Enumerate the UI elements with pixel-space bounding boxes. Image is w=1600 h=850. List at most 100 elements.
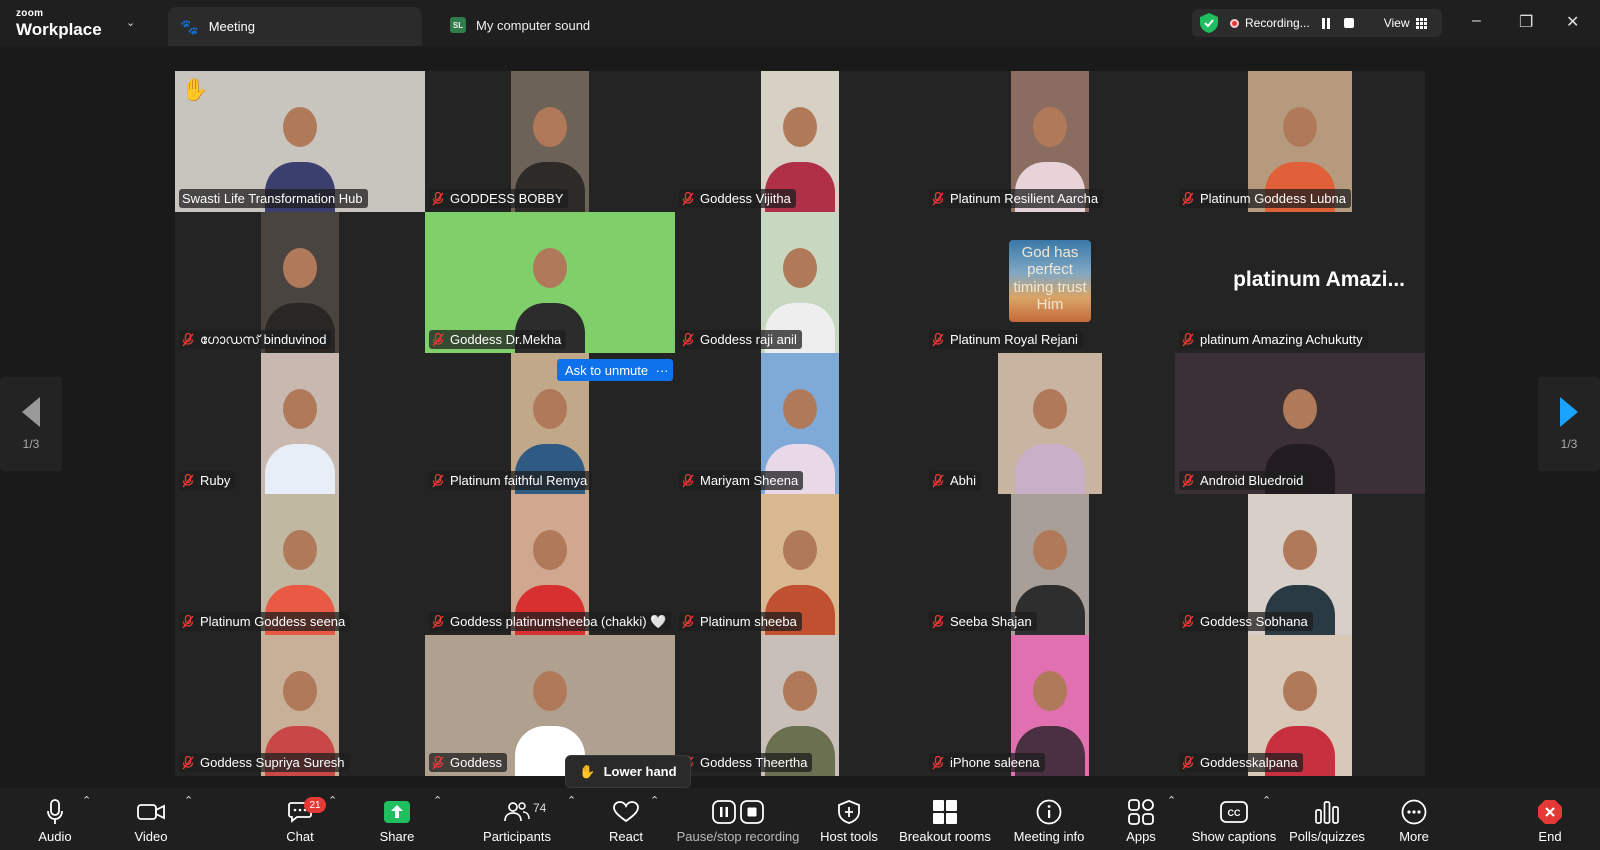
participant-tile[interactable]: Seeba Shajan bbox=[925, 494, 1175, 635]
mic-muted-icon bbox=[932, 614, 944, 628]
participant-tile[interactable]: Goddess Sobhana bbox=[1175, 494, 1425, 635]
mic-muted-icon bbox=[932, 473, 944, 487]
participant-name: Goddesskalpana bbox=[1200, 755, 1298, 770]
participant-tile[interactable]: Abhi bbox=[925, 353, 1175, 494]
mic-muted-icon bbox=[932, 191, 944, 205]
participant-tile[interactable]: Goddess raji anil bbox=[675, 212, 925, 353]
participant-nameplate: Goddess raji anil bbox=[679, 330, 802, 349]
participant-tile[interactable]: Goddess platinumsheeba (chakki) 🤍 bbox=[425, 494, 675, 635]
participant-tile[interactable]: Platinum Goddess Lubna bbox=[1175, 71, 1425, 212]
participant-name: Mariyam Sheena bbox=[700, 473, 799, 488]
captions-options-chevron-icon[interactable]: ⌃ bbox=[1262, 794, 1271, 807]
share-button[interactable]: Share bbox=[372, 788, 422, 850]
tab-computer-sound[interactable]: SL My computer sound bbox=[450, 12, 590, 38]
chat-options-chevron-icon[interactable]: ⌃ bbox=[328, 794, 337, 807]
participant-face bbox=[1283, 530, 1317, 571]
tab-meeting[interactable]: 🐾 Meeting bbox=[168, 7, 422, 46]
participant-name: Ruby bbox=[200, 473, 231, 488]
participants-count: 74 bbox=[533, 801, 547, 815]
participant-face bbox=[533, 389, 567, 430]
mic-muted-icon bbox=[432, 473, 444, 487]
participant-tile[interactable]: Platinum Goddess seena bbox=[175, 494, 425, 635]
participant-tile[interactable]: Ruby bbox=[175, 353, 425, 494]
participants-label: Participants bbox=[483, 829, 551, 844]
participant-face bbox=[783, 530, 817, 571]
chevron-down-icon[interactable]: ⌄ bbox=[126, 16, 135, 29]
chat-label: Chat bbox=[286, 829, 314, 844]
audio-options-chevron-icon[interactable]: ⌃ bbox=[82, 794, 91, 807]
participant-tile[interactable]: Goddesskalpana bbox=[1175, 635, 1425, 776]
participant-tile[interactable]: God has perfect timing trust Him Platinum… bbox=[925, 212, 1175, 353]
apps-label: Apps bbox=[1126, 829, 1156, 844]
ask-to-unmute-button[interactable]: Ask to unmute bbox=[557, 359, 657, 381]
participant-tile[interactable]: ഗോഡസ് binduvinod bbox=[175, 212, 425, 353]
participant-tile[interactable]: Android Bluedroid bbox=[1175, 353, 1425, 494]
participant-face bbox=[283, 530, 317, 571]
lower-hand-label: Lower hand bbox=[603, 764, 677, 779]
participant-tile[interactable]: Platinum sheeba bbox=[675, 494, 925, 635]
next-page-button[interactable]: 1/3 bbox=[1538, 377, 1600, 471]
participant-nameplate: GODDESS BOBBY bbox=[429, 189, 569, 208]
participant-nameplate: iPhone saleena bbox=[929, 753, 1045, 772]
react-options-chevron-icon[interactable]: ⌃ bbox=[650, 794, 659, 807]
participant-name: Goddess Supriya Suresh bbox=[200, 755, 345, 770]
participant-face bbox=[283, 389, 317, 430]
participant-name: GODDESS BOBBY bbox=[450, 191, 564, 206]
participant-video bbox=[998, 353, 1102, 494]
polls-quizzes-button[interactable]: Polls/quizzes bbox=[1289, 788, 1365, 850]
close-icon[interactable]: ✕ bbox=[1566, 12, 1579, 32]
participant-tile[interactable]: GODDESS BOBBY bbox=[425, 71, 675, 212]
participant-face bbox=[283, 248, 317, 289]
apps-options-chevron-icon[interactable]: ⌃ bbox=[1167, 794, 1176, 807]
video-options-chevron-icon[interactable]: ⌃ bbox=[184, 794, 193, 807]
apps-button[interactable]: Apps bbox=[1124, 788, 1158, 850]
audio-button[interactable]: Audio bbox=[30, 788, 80, 850]
participant-tile[interactable]: iPhone saleena bbox=[925, 635, 1175, 776]
end-meeting-button[interactable]: End bbox=[1530, 788, 1570, 850]
pause-icon[interactable] bbox=[1321, 17, 1332, 29]
restore-icon[interactable]: ❐ bbox=[1519, 12, 1533, 32]
participant-nameplate: Goddess platinumsheeba (chakki) 🤍 bbox=[429, 612, 672, 631]
participant-face bbox=[283, 107, 317, 148]
participant-tile[interactable]: Goddess Theertha bbox=[675, 635, 925, 776]
participants-options-chevron-icon[interactable]: ⌃ bbox=[567, 794, 576, 807]
participant-nameplate: Platinum Resilient Aarcha bbox=[929, 189, 1104, 208]
video-button[interactable]: Video bbox=[126, 788, 176, 850]
participant-tile[interactable]: Goddess Vijitha bbox=[675, 71, 925, 212]
stop-icon[interactable] bbox=[1343, 18, 1354, 28]
participant-tile[interactable]: platinum Amazi... platinum Amazing Achuku… bbox=[1175, 212, 1425, 353]
microphone-icon bbox=[47, 799, 63, 824]
participant-nameplate: ഗോഡസ് binduvinod bbox=[179, 330, 332, 349]
raised-hand-icon: ✋ bbox=[181, 77, 209, 102]
paw-icon: 🐾 bbox=[180, 18, 199, 36]
participant-tile[interactable]: Goddess Dr.Mekha bbox=[425, 212, 675, 353]
participant-tile[interactable]: Platinum Resilient Aarcha bbox=[925, 71, 1175, 212]
participant-nameplate: Goddess bbox=[429, 753, 508, 772]
participant-tile[interactable]: Mariyam Sheena bbox=[675, 353, 925, 494]
participant-name: Android Bluedroid bbox=[1200, 473, 1304, 488]
pause-stop-recording-button[interactable]: Pause/stop recording bbox=[676, 788, 800, 850]
breakout-rooms-button[interactable]: Breakout rooms bbox=[897, 788, 993, 850]
meeting-info-button[interactable]: Meeting info bbox=[1011, 788, 1087, 850]
participant-nameplate: Goddess Vijitha bbox=[679, 189, 796, 208]
participants-button[interactable]: Participants bbox=[482, 788, 552, 850]
grid-view-icon bbox=[1415, 17, 1427, 29]
lower-hand-button[interactable]: ✋ Lower hand bbox=[565, 755, 691, 788]
participant-face bbox=[783, 389, 817, 430]
participant-tile[interactable]: ✋ Swasti Life Transformation Hub bbox=[175, 71, 425, 212]
host-tools-button[interactable]: Host tools bbox=[817, 788, 881, 850]
previous-page-button[interactable]: 1/3 bbox=[0, 377, 62, 471]
view-button[interactable]: View bbox=[1384, 16, 1427, 30]
participant-face bbox=[533, 671, 567, 712]
participant-body bbox=[265, 444, 335, 494]
more-button[interactable]: More bbox=[1394, 788, 1434, 850]
tab-sound-label: My computer sound bbox=[476, 17, 591, 33]
mic-muted-icon bbox=[682, 332, 694, 346]
minimize-icon[interactable]: – bbox=[1472, 12, 1481, 30]
tile-more-button[interactable]: ··· bbox=[651, 359, 673, 381]
share-options-chevron-icon[interactable]: ⌃ bbox=[433, 794, 442, 807]
react-button[interactable]: React bbox=[601, 788, 651, 850]
participant-name: Platinum Goddess seena bbox=[200, 614, 346, 629]
participant-tile[interactable]: Goddess Supriya Suresh bbox=[175, 635, 425, 776]
shield-icon[interactable] bbox=[1200, 13, 1218, 33]
